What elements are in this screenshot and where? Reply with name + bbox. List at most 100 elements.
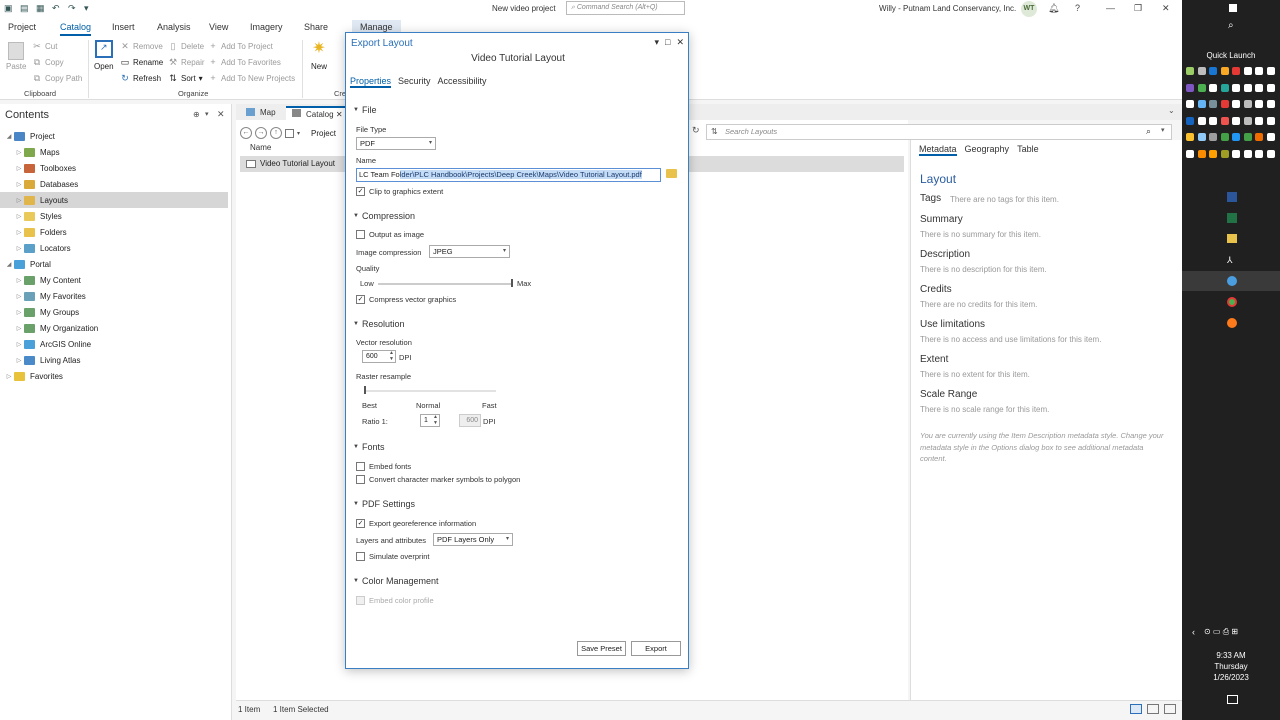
compression-section-header[interactable]: ▼ Compression [353, 211, 415, 221]
tab-security[interactable]: Security [398, 76, 431, 88]
quick-launch-app-icon[interactable] [1243, 116, 1252, 125]
quick-launch-app-icon[interactable] [1197, 67, 1206, 75]
quick-launch-app-icon[interactable] [1197, 83, 1206, 92]
quick-launch-app-icon[interactable] [1266, 67, 1275, 75]
quick-launch-app-icon[interactable] [1186, 133, 1194, 141]
windows-start-icon[interactable] [1229, 4, 1237, 12]
chevron-left-icon[interactable]: ‹ [1192, 627, 1195, 637]
excel-icon[interactable] [1227, 213, 1237, 223]
tree-item-layouts[interactable]: ▷ Layouts [0, 192, 228, 208]
tab-geography[interactable]: Geography [965, 144, 1010, 156]
quick-launch-app-icon[interactable] [1255, 133, 1263, 141]
collapsed-chevron-icon[interactable]: ▷ [14, 181, 24, 188]
add-to-favorites-button[interactable]: + Add To Favorites [208, 57, 281, 67]
quick-launch-app-icon[interactable] [1197, 116, 1206, 125]
quick-launch-app-icon[interactable] [1186, 116, 1194, 125]
tree-item-databases[interactable]: ▷ Databases [0, 176, 228, 192]
sort-button[interactable]: ⇅ Sort ▾ [168, 73, 202, 83]
ratio-stepper[interactable]: 1 ▲ ▼ [420, 414, 440, 427]
collapsed-chevron-icon[interactable]: ▷ [4, 373, 14, 380]
collapsed-chevron-icon[interactable]: ▷ [14, 213, 24, 220]
quick-launch-app-icon[interactable] [1255, 116, 1263, 125]
quick-launch-app-icon[interactable] [1220, 149, 1229, 158]
quick-launch-app-icon[interactable] [1232, 149, 1240, 158]
quick-launch-app-icon[interactable] [1209, 116, 1217, 125]
add-to-project-button[interactable]: + Add To Project [208, 41, 273, 51]
color-management-section-header[interactable]: ▼ Color Management [353, 576, 439, 586]
tree-item-arcgis-online[interactable]: ▷ ArcGIS Online [0, 336, 228, 352]
tab-share[interactable]: Share [304, 22, 328, 32]
up-icon[interactable]: ↑ [270, 127, 282, 139]
repair-button[interactable]: ⚒ Repair [168, 57, 205, 67]
search-layouts-input[interactable]: Search Layouts [706, 124, 1172, 140]
system-tray-icons[interactable]: ⊙ ▭ ⎙ ⊞ [1204, 627, 1238, 637]
pane-menu-icon[interactable]: ▾ [205, 110, 209, 118]
paste-button[interactable]: Paste [6, 42, 26, 71]
tab-properties[interactable]: Properties [350, 76, 392, 88]
help-icon[interactable]: ? [1075, 3, 1080, 13]
tree-item-favorites[interactable]: ▷ Favorites [0, 368, 228, 384]
sort-icon[interactable]: ⇅ [711, 127, 718, 136]
tiles-view-icon[interactable] [1164, 704, 1176, 714]
refresh-button[interactable]: ↻ Refresh [120, 73, 161, 83]
rename-button[interactable]: ▭ Rename [120, 57, 164, 67]
quick-launch-app-icon[interactable] [1186, 100, 1194, 108]
collapsed-chevron-icon[interactable]: ▷ [14, 245, 24, 252]
quick-launch-app-icon[interactable] [1197, 100, 1206, 108]
close-icon[interactable]: ✕ [676, 37, 684, 48]
tree-item-my-favorites[interactable]: ▷ My Favorites [0, 288, 228, 304]
open-icon[interactable]: ▤ [20, 3, 30, 13]
forward-icon[interactable]: → [255, 127, 267, 139]
quick-launch-app-icon[interactable] [1266, 116, 1275, 125]
quick-launch-app-icon[interactable] [1255, 83, 1263, 92]
maximize-icon[interactable]: □ [665, 37, 670, 48]
quick-launch-app-icon[interactable] [1243, 67, 1252, 75]
command-search-input[interactable]: ⌕ Command Search (Alt+Q) [566, 1, 685, 15]
file-type-select[interactable]: PDF [356, 137, 436, 150]
expanded-chevron-icon[interactable]: ◢ [4, 133, 14, 140]
back-icon[interactable]: ← [240, 127, 252, 139]
file-explorer-icon[interactable] [1227, 234, 1237, 243]
copy-button[interactable]: ⧉ Copy [32, 57, 64, 67]
tree-item-my-groups[interactable]: ▷ My Groups [0, 304, 228, 320]
browse-folder-icon[interactable] [666, 169, 677, 178]
chevron-down-icon[interactable]: ▾ [297, 130, 300, 137]
collapsed-chevron-icon[interactable]: ▷ [14, 309, 24, 316]
avatar[interactable]: WT [1021, 1, 1037, 17]
expanded-chevron-icon[interactable]: ◢ [4, 261, 14, 268]
tab-view[interactable]: View [209, 22, 228, 32]
georeference-checkbox[interactable]: ✓ [356, 519, 365, 528]
collapsed-chevron-icon[interactable]: ▷ [14, 293, 24, 300]
quick-launch-app-icon[interactable] [1232, 83, 1240, 92]
quick-launch-app-icon[interactable] [1209, 149, 1217, 158]
tree-item-project[interactable]: ◢ Project [0, 128, 228, 144]
quick-launch-app-icon[interactable] [1232, 133, 1240, 141]
tab-table[interactable]: Table [1017, 144, 1039, 156]
tree-item-my-content[interactable]: ▷ My Content [0, 272, 228, 288]
raster-resample-slider[interactable] [364, 390, 496, 392]
quick-launch-app-icon[interactable] [1209, 133, 1217, 141]
notification-icon[interactable]: 🔔︎ [1048, 3, 1059, 14]
refresh-icon[interactable]: ↻ [692, 125, 700, 136]
tree-item-folders[interactable]: ▷ Folders [0, 224, 228, 240]
copy-path-button[interactable]: ⧉ Copy Path [32, 73, 83, 83]
chevron-down-icon[interactable]: ⌄ [1168, 106, 1175, 115]
close-pane-icon[interactable]: ✕ [217, 109, 225, 120]
user-name[interactable]: Willy - Putnam Land Conservancy, Inc. [879, 4, 1016, 13]
tab-project[interactable]: Project [8, 22, 36, 32]
quick-launch-app-icon[interactable] [1197, 149, 1206, 158]
quick-launch-app-icon[interactable] [1255, 67, 1263, 75]
tab-analysis[interactable]: Analysis [157, 22, 191, 32]
close-tab-icon[interactable]: ✕ [336, 110, 343, 119]
export-button[interactable]: Export [631, 641, 681, 656]
output-as-image-checkbox[interactable] [356, 230, 365, 239]
tree-item-styles[interactable]: ▷ Styles [0, 208, 228, 224]
acrobat-icon[interactable]: ⅄ [1227, 255, 1237, 265]
resolution-section-header[interactable]: ▼ Resolution [353, 319, 404, 329]
quick-launch-app-icon[interactable] [1232, 100, 1240, 108]
notifications-icon[interactable] [1227, 695, 1238, 704]
tree-item-living-atlas[interactable]: ▷ Living Atlas [0, 352, 228, 368]
vector-resolution-stepper[interactable]: 600 ▲ ▼ [362, 350, 396, 363]
collapsed-chevron-icon[interactable]: ▷ [14, 165, 24, 172]
quick-launch-app-icon[interactable] [1220, 116, 1229, 125]
